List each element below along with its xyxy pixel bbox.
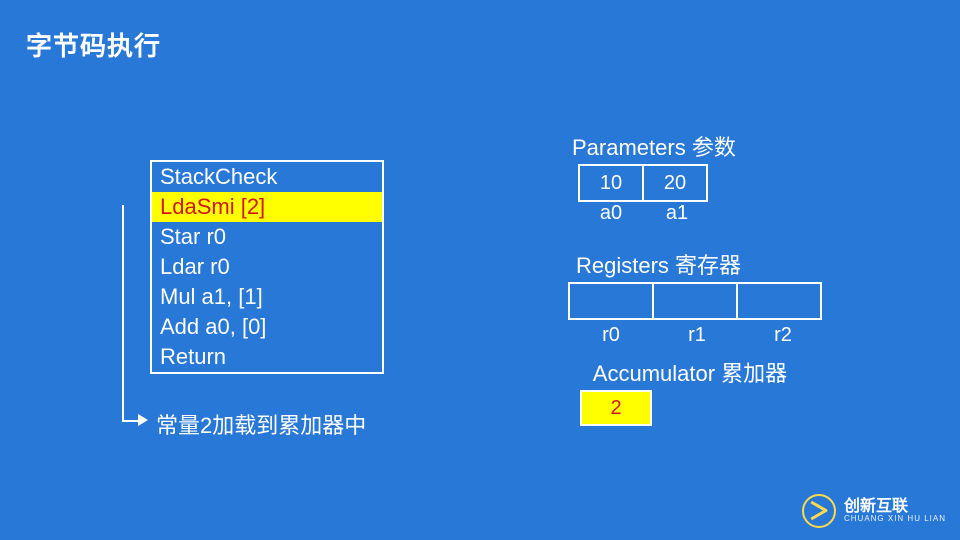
register-cell xyxy=(738,284,820,318)
bytecode-line-active: LdaSmi [2] xyxy=(152,192,382,222)
bytecode-list: StackCheck LdaSmi [2] Star r0 Ldar r0 Mu… xyxy=(150,160,384,374)
parameters-cells: 10 20 xyxy=(578,164,708,202)
bytecode-line: Return xyxy=(152,342,382,372)
annotation-arrow-line xyxy=(122,205,140,422)
parameters-heading: Parameters 参数 xyxy=(572,130,812,162)
registers-cells xyxy=(568,282,822,320)
param-cell: 10 xyxy=(580,166,644,200)
footer-logo: 创新互联 CHUANG XIN HU LIAN xyxy=(802,494,946,528)
param-cell: 20 xyxy=(644,166,706,200)
register-cell xyxy=(654,284,738,318)
param-label: a0 xyxy=(578,202,644,225)
bytecode-line: Mul a1, [1] xyxy=(152,282,382,312)
slide-stage: 字节码执行 StackCheck LdaSmi [2] Star r0 Ldar… xyxy=(0,0,960,540)
logo-brand-en: CHUANG XIN HU LIAN xyxy=(844,515,946,523)
logo-text: 创新互联 CHUANG XIN HU LIAN xyxy=(844,499,946,523)
page-title: 字节码执行 xyxy=(26,26,161,63)
annotation-text: 常量2加载到累加器中 xyxy=(156,408,366,440)
bytecode-line: Add a0, [0] xyxy=(152,312,382,342)
param-label: a1 xyxy=(644,202,710,225)
bytecode-line: Ldar r0 xyxy=(152,252,382,282)
registers-heading: Registers 寄存器 xyxy=(576,248,836,280)
accumulator-cell: 2 xyxy=(580,390,652,426)
register-label: r2 xyxy=(740,324,826,347)
logo-brand-zh: 创新互联 xyxy=(844,499,946,515)
bytecode-line: StackCheck xyxy=(152,162,382,192)
registers-labels: r0 r1 r2 xyxy=(568,324,826,347)
bytecode-line: Star r0 xyxy=(152,222,382,252)
parameters-labels: a0 a1 xyxy=(578,202,710,225)
register-label: r0 xyxy=(568,324,654,347)
register-label: r1 xyxy=(654,324,740,347)
register-cell xyxy=(570,284,654,318)
logo-icon xyxy=(802,494,836,528)
accumulator-heading: Accumulator 累加器 xyxy=(550,356,830,388)
annotation-arrow-head-icon xyxy=(138,414,148,426)
